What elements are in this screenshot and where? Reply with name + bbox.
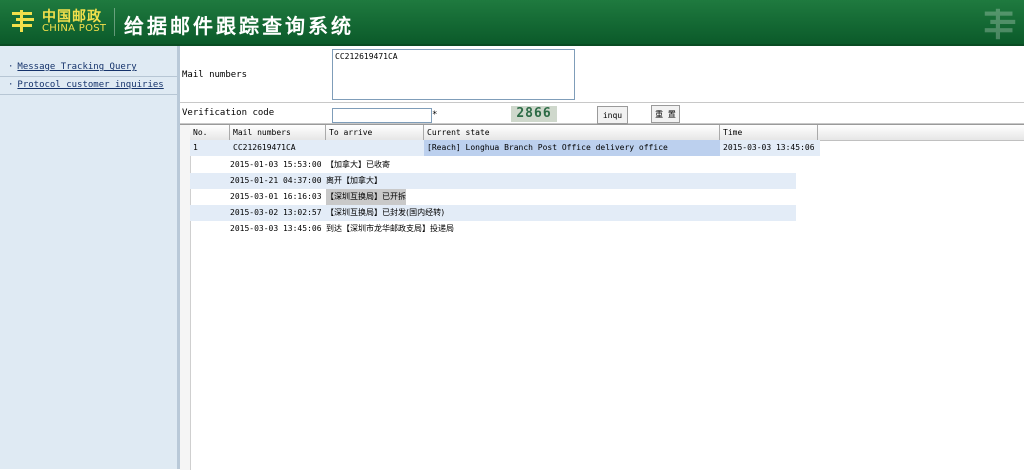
sidebar-item-label: Message Tracking Query (17, 62, 137, 72)
mail-numbers-row: Mail numbers CC212619471CA (180, 46, 1024, 103)
verification-code-label: Verification code (182, 108, 275, 118)
bullet-icon: · (8, 80, 14, 90)
tracking-detail-row: 2015-03-03 13:45:06 到达【深圳市龙华邮政支局】投递局 (190, 221, 796, 237)
app-header: 中国邮政 CHINA POST 给据邮件跟踪查询系统 (0, 0, 1024, 46)
detail-description: 【深圳互换局】已封发(国内经转) (326, 208, 445, 217)
query-button[interactable]: inqu (597, 106, 628, 124)
row-no: 1 (193, 143, 198, 152)
sidebar-item-protocol-inquiries[interactable]: · Protocol customer inquiries (8, 80, 164, 90)
detail-time: 2015-01-21 04:37:00 (230, 176, 322, 185)
detail-time: 2015-03-01 16:16:03 (230, 192, 322, 201)
bullet-icon: · (8, 62, 14, 72)
sidebar-item-label: Protocol customer inquiries (17, 80, 164, 90)
detail-description: 【深圳互换局】已开拆 (326, 189, 406, 205)
required-mark: * (432, 110, 438, 120)
row-mail-number: CC212619471CA (233, 143, 296, 152)
row-current-state: [Reach] Longhua Branch Post Office deliv… (424, 140, 720, 156)
results-table: No. Mail numbers To arrive Current state… (180, 124, 1024, 470)
main-content: Mail numbers CC212619471CA Verification … (180, 46, 1024, 470)
captcha-image[interactable]: 2866 (511, 106, 557, 122)
reset-button[interactable]: 重 置 (651, 105, 680, 123)
tracking-detail-row: 2015-01-21 04:37:00 离开【加拿大】 (190, 173, 796, 189)
sidebar-separator (0, 76, 177, 77)
column-header-current-state[interactable]: Current state (424, 125, 720, 140)
row-to-arrive (326, 140, 424, 156)
column-header-time[interactable]: Time (720, 125, 818, 140)
column-header-no[interactable]: No. (190, 125, 230, 140)
table-row[interactable]: 1 CC212619471CA [Reach] Longhua Branch P… (190, 140, 820, 156)
page-title: 给据邮件跟踪查询系统 (124, 14, 354, 38)
sidebar: · Message Tracking Query · Protocol custom… (0, 46, 180, 469)
table-header: No. Mail numbers To arrive Current state… (190, 125, 1024, 141)
tracking-detail-row: 2015-03-02 13:02:57 【深圳互换局】已封发(国内经转) (190, 205, 796, 221)
verification-code-input[interactable] (332, 108, 432, 123)
detail-time: 2015-03-02 13:02:57 (230, 208, 322, 217)
detail-description: 【加拿大】已收寄 (326, 160, 390, 169)
logo-en-text: CHINA POST (42, 23, 107, 34)
sidebar-separator (0, 94, 177, 95)
verification-row: Verification code * 2866 inqu 重 置 (180, 103, 1024, 124)
column-header-mail-numbers[interactable]: Mail numbers (230, 125, 326, 140)
detail-description: 离开【加拿大】 (326, 176, 382, 185)
sidebar-item-message-tracking[interactable]: · Message Tracking Query (8, 62, 137, 72)
detail-time: 2015-03-03 13:45:06 (230, 224, 322, 233)
tracking-detail-row: 2015-01-03 15:53:00 【加拿大】已收寄 (190, 157, 796, 173)
column-header-to-arrive[interactable]: To arrive (326, 125, 424, 140)
china-post-logo-icon (12, 10, 34, 32)
detail-description: 到达【深圳市龙华邮政支局】投递局 (326, 224, 454, 233)
mail-numbers-label: Mail numbers (182, 70, 248, 80)
row-time: 2015-03-03 13:45:06 (723, 143, 815, 152)
header-divider (114, 8, 115, 36)
tracking-detail-row: 2015-03-01 16:16:03 【深圳互换局】已开拆 (190, 189, 796, 205)
watermark-logo-icon (984, 8, 1016, 40)
china-post-logo: 中国邮政 CHINA POST (10, 6, 110, 36)
detail-time: 2015-01-03 15:53:00 (230, 160, 322, 169)
mail-numbers-textarea[interactable]: CC212619471CA (332, 49, 575, 100)
